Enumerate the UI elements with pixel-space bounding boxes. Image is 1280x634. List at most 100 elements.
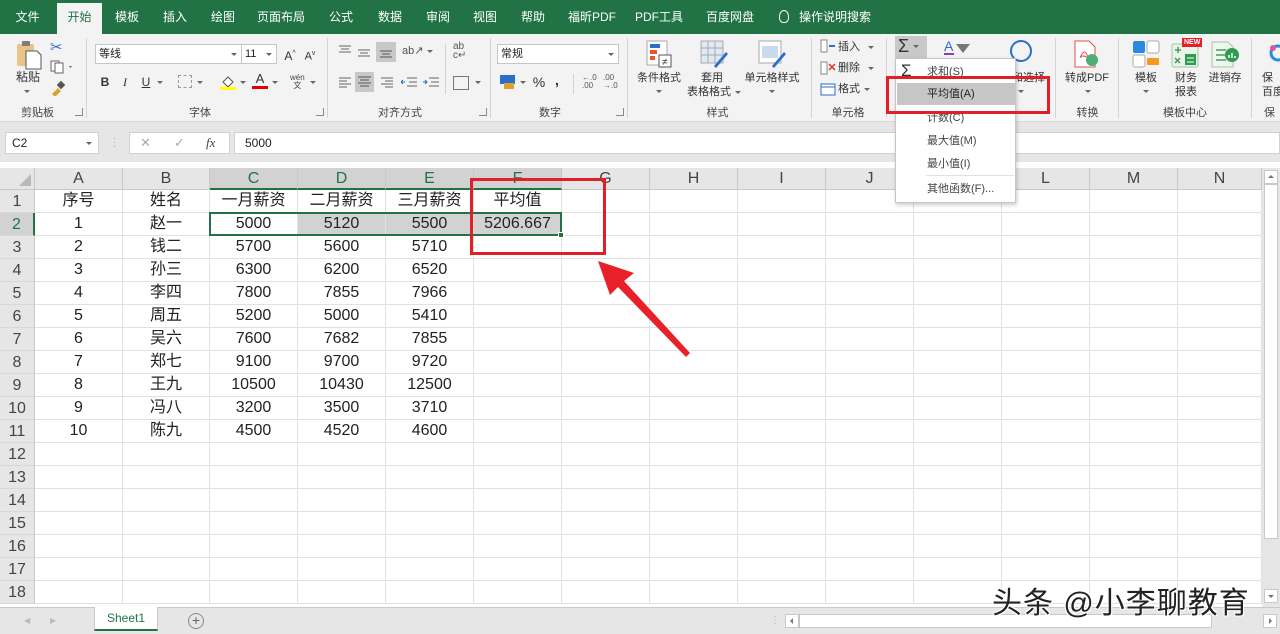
cell-n3[interactable] — [1178, 236, 1262, 259]
cell-l8[interactable] — [1002, 351, 1090, 374]
cell-j6[interactable] — [826, 305, 914, 328]
cell-k8[interactable] — [914, 351, 1002, 374]
find-select-button[interactable]: 和选择 — [1012, 71, 1052, 85]
cell-k16[interactable] — [914, 535, 1002, 558]
tab-help[interactable]: 帮助 — [511, 3, 555, 34]
row-header-12[interactable]: 12 — [0, 443, 35, 466]
cell-f5[interactable] — [474, 282, 562, 305]
cell-i3[interactable] — [738, 236, 826, 259]
cell-j4[interactable] — [826, 259, 914, 282]
align-center-icon[interactable] — [355, 72, 374, 92]
cell-h15[interactable] — [650, 512, 738, 535]
cell-n14[interactable] — [1178, 489, 1262, 512]
cell-k18[interactable] — [914, 581, 1002, 604]
cell-k14[interactable] — [914, 489, 1002, 512]
clipboard-launcher[interactable] — [75, 108, 83, 116]
merge-center-icon[interactable] — [453, 76, 469, 90]
cell-e7[interactable]: 7855 — [386, 328, 474, 351]
cell-h4[interactable] — [650, 259, 738, 282]
cell-m16[interactable] — [1090, 535, 1178, 558]
menu-item-max[interactable]: 最大值(M) — [897, 130, 1015, 152]
cell-b8[interactable]: 郑七 — [123, 351, 210, 374]
cell-b2[interactable]: 赵一 — [123, 213, 210, 236]
cell-c14[interactable] — [210, 489, 298, 512]
cell-i7[interactable] — [738, 328, 826, 351]
cell-j13[interactable] — [826, 466, 914, 489]
cell-l18[interactable] — [1002, 581, 1090, 604]
font-color-dropdown[interactable] — [270, 72, 280, 92]
formula-input[interactable]: 5000 — [234, 132, 1280, 154]
cell-c3[interactable]: 5700 — [210, 236, 298, 259]
cell-c18[interactable] — [210, 581, 298, 604]
cell-e11[interactable]: 4600 — [386, 420, 474, 443]
inventory-button[interactable]: 进销存 — [1205, 71, 1245, 85]
insert-cells-button[interactable]: 插入 — [838, 40, 878, 54]
vertical-scroll-thumb[interactable] — [1264, 184, 1278, 539]
scroll-up-button[interactable] — [1264, 170, 1278, 184]
cell-g9[interactable] — [562, 374, 650, 397]
cell-l5[interactable] — [1002, 282, 1090, 305]
autosum-button[interactable]: Σ — [895, 36, 927, 58]
cell-j3[interactable] — [826, 236, 914, 259]
align-left-icon[interactable] — [338, 76, 352, 90]
cell-c5[interactable]: 7800 — [210, 282, 298, 305]
cell-l12[interactable] — [1002, 443, 1090, 466]
cell-d11[interactable]: 4520 — [298, 420, 386, 443]
cell-c16[interactable] — [210, 535, 298, 558]
cell-e14[interactable] — [386, 489, 474, 512]
template-icon[interactable] — [1132, 40, 1160, 68]
fill-color-dropdown[interactable] — [238, 72, 248, 92]
cell-k9[interactable] — [914, 374, 1002, 397]
cell-c11[interactable]: 4500 — [210, 420, 298, 443]
cell-n2[interactable] — [1178, 213, 1262, 236]
cell-k7[interactable] — [914, 328, 1002, 351]
cell-e9[interactable]: 12500 — [386, 374, 474, 397]
cell-m6[interactable] — [1090, 305, 1178, 328]
cell-i17[interactable] — [738, 558, 826, 581]
convert-to-pdf-button[interactable]: 转成PDF — [1062, 71, 1112, 85]
cell-i12[interactable] — [738, 443, 826, 466]
conditional-formatting-icon[interactable]: ≠ — [646, 40, 672, 68]
template-dropdown[interactable] — [1141, 84, 1151, 98]
font-color-icon[interactable]: A — [252, 72, 268, 90]
cell-b10[interactable]: 冯八 — [123, 397, 210, 420]
cell-f13[interactable] — [474, 466, 562, 489]
cell-d3[interactable]: 5600 — [298, 236, 386, 259]
cell-c2[interactable]: 5000 — [210, 213, 298, 236]
column-header-i[interactable]: I — [738, 168, 826, 190]
insert-function-icon[interactable]: fx — [206, 135, 215, 151]
cell-n4[interactable] — [1178, 259, 1262, 282]
cell-k15[interactable] — [914, 512, 1002, 535]
cell-g3[interactable] — [562, 236, 650, 259]
phonetic-dropdown[interactable] — [308, 72, 318, 92]
cell-g16[interactable] — [562, 535, 650, 558]
paste-dropdown[interactable] — [22, 84, 32, 98]
cell-m15[interactable] — [1090, 512, 1178, 535]
cell-m8[interactable] — [1090, 351, 1178, 374]
cell-e10[interactable]: 3710 — [386, 397, 474, 420]
cell-j15[interactable] — [826, 512, 914, 535]
decrease-decimal-icon[interactable]: .00 →.0 — [603, 74, 618, 90]
menu-item-min[interactable]: 最小值(I) — [897, 153, 1015, 175]
cell-g18[interactable] — [562, 581, 650, 604]
cell-m11[interactable] — [1090, 420, 1178, 443]
cell-a13[interactable] — [35, 466, 123, 489]
cell-g1[interactable] — [562, 190, 650, 213]
cell-e3[interactable]: 5710 — [386, 236, 474, 259]
cell-n18[interactable] — [1178, 581, 1262, 604]
insert-cells-icon[interactable] — [820, 39, 836, 53]
cell-i16[interactable] — [738, 535, 826, 558]
cell-b7[interactable]: 吴六 — [123, 328, 210, 351]
cell-n11[interactable] — [1178, 420, 1262, 443]
format-painter-icon[interactable] — [50, 80, 66, 97]
cell-d5[interactable]: 7855 — [298, 282, 386, 305]
tab-templates[interactable]: 模板 — [106, 3, 148, 34]
cell-j16[interactable] — [826, 535, 914, 558]
cell-j12[interactable] — [826, 443, 914, 466]
cell-h1[interactable] — [650, 190, 738, 213]
cell-h17[interactable] — [650, 558, 738, 581]
cell-h2[interactable] — [650, 213, 738, 236]
row-header-16[interactable]: 16 — [0, 535, 35, 558]
row-header-11[interactable]: 11 — [0, 420, 35, 443]
sort-filter-icon[interactable]: A — [944, 38, 972, 60]
